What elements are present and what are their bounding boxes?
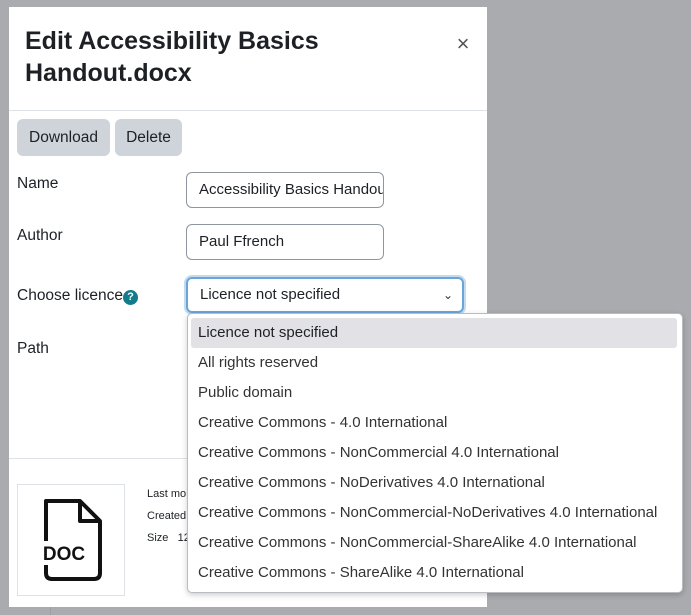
licence-option[interactable]: All rights reserved: [191, 348, 677, 378]
last-modified-label: Last mo: [147, 488, 187, 500]
licence-label: Choose licence: [17, 287, 123, 304]
author-label: Author: [17, 227, 63, 244]
question-circle-icon[interactable]: ?: [123, 290, 138, 305]
author-input[interactable]: Paul Ffrench: [186, 224, 384, 260]
licence-option[interactable]: Creative Commons - NonCommercial-NoDeriv…: [191, 498, 677, 528]
licence-option[interactable]: Creative Commons - ShareAlike 4.0 Intern…: [191, 558, 677, 588]
modal-header: Edit Accessibility Basics Handout.docx ×: [9, 7, 487, 111]
delete-button[interactable]: Delete: [115, 119, 182, 156]
name-label: Name: [17, 175, 59, 192]
licence-option[interactable]: Creative Commons - 4.0 International: [191, 408, 677, 438]
modal-title: Edit Accessibility Basics Handout.docx: [25, 27, 319, 87]
licence-option[interactable]: Public domain: [191, 378, 677, 408]
licence-select-value: Licence not specified: [200, 286, 341, 303]
licence-dropdown-list: Licence not specified All rights reserve…: [187, 313, 683, 593]
licence-select[interactable]: Licence not specified ⌄: [186, 277, 464, 313]
licence-option[interactable]: Creative Commons - NoDerivatives 4.0 Int…: [191, 468, 677, 498]
close-icon[interactable]: ×: [453, 33, 473, 55]
name-input[interactable]: Accessibility Basics Handout.docx: [186, 172, 384, 208]
licence-option[interactable]: Licence not specified: [191, 318, 677, 348]
file-thumbnail: DOC: [17, 484, 125, 596]
created-label: Created: [147, 510, 187, 522]
size-label: Size 12: [147, 532, 190, 544]
doc-file-icon: DOC: [36, 499, 102, 581]
size-label-text: Size: [147, 532, 169, 544]
chevron-down-icon: ⌄: [442, 288, 453, 302]
download-button[interactable]: Download: [17, 119, 110, 156]
licence-option[interactable]: Creative Commons - NonCommercial 4.0 Int…: [191, 438, 677, 468]
doc-label: DOC: [43, 544, 86, 565]
path-label: Path: [17, 340, 49, 357]
licence-option[interactable]: Creative Commons - NonCommercial-ShareAl…: [191, 528, 677, 558]
